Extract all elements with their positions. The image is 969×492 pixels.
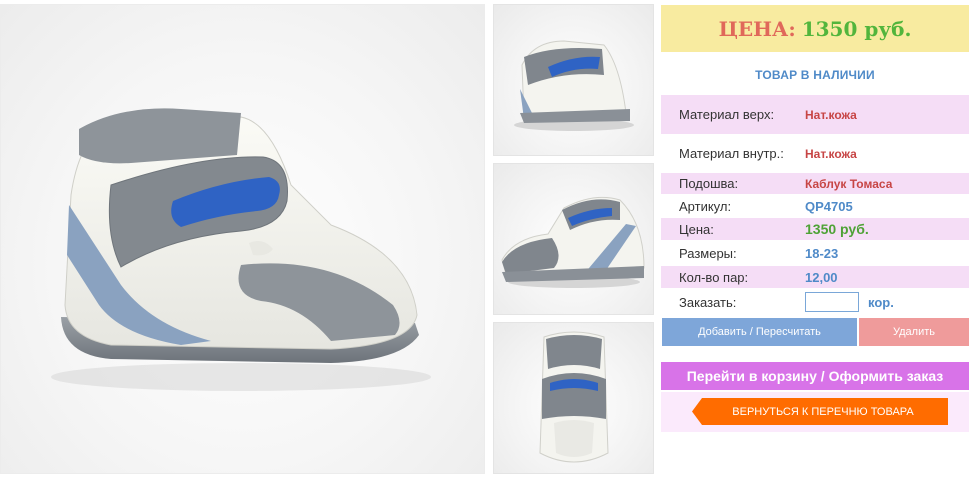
price-label: ЦЕНА:: [718, 16, 796, 41]
product-page: ЦЕНА: 1350 руб. ТОВАР В НАЛИЧИИ Материал…: [0, 0, 969, 492]
main-product-photo[interactable]: [0, 4, 485, 474]
unit-label: кор.: [868, 294, 894, 310]
thumbnail-back-view[interactable]: [493, 4, 654, 156]
property-row-sole: Подошва: Каблук Томаса: [661, 173, 969, 194]
property-value: Нат.кожа: [805, 107, 857, 122]
thumbnail-side-view[interactable]: [493, 163, 654, 315]
property-name: Артикул:: [679, 198, 732, 214]
quantity-input[interactable]: [805, 292, 859, 312]
stock-status: ТОВАР В НАЛИЧИИ: [755, 68, 875, 82]
delete-button[interactable]: Удалить: [859, 318, 969, 346]
shoe-top-image: [539, 331, 609, 463]
price-value: 1350 руб.: [801, 16, 912, 41]
go-to-cart-button[interactable]: Перейти в корзину / Оформить заказ: [661, 362, 969, 390]
shoe-side-image: [51, 108, 431, 391]
back-to-list-button[interactable]: ВЕРНУТЬСЯ К ПЕРЕЧНЮ ТОВАРА: [692, 398, 948, 425]
order-row: Заказать: кор.: [661, 290, 969, 314]
property-row-price: Цена: 1350 руб.: [661, 218, 969, 240]
property-name: Цена:: [679, 221, 714, 237]
add-recalculate-button[interactable]: Добавить / Пересчитать: [662, 318, 857, 346]
property-value: QP4705: [805, 198, 853, 214]
property-value: 12,00: [805, 269, 838, 285]
shoe-side-small-image: [501, 196, 645, 288]
price-header: ЦЕНА: 1350 руб.: [661, 5, 969, 52]
property-name: Материал верх:: [679, 107, 775, 122]
property-value: Нат.кожа: [805, 146, 857, 161]
property-row-article: Артикул: QP4705: [661, 195, 969, 217]
property-value: Каблук Томаса: [805, 176, 893, 191]
shoe-back-image: [514, 40, 634, 131]
property-value: 1350 руб.: [805, 221, 869, 237]
property-name: Размеры:: [679, 245, 737, 261]
thumbnail-top-view[interactable]: [493, 322, 654, 474]
property-name: Материал внутр.:: [679, 146, 784, 161]
property-name: Подошва:: [679, 176, 739, 191]
property-value: 18-23: [805, 245, 839, 261]
property-row-sizes: Размеры: 18-23: [661, 242, 969, 264]
order-label: Заказать:: [679, 294, 737, 310]
property-row-pairs: Кол-во пар: 12,00: [661, 266, 969, 288]
property-row-material-top: Материал верх: Нат.кожа: [661, 95, 969, 134]
property-row-material-inner: Материал внутр.: Нат.кожа: [661, 134, 969, 173]
property-name: Кол-во пар:: [679, 269, 749, 285]
